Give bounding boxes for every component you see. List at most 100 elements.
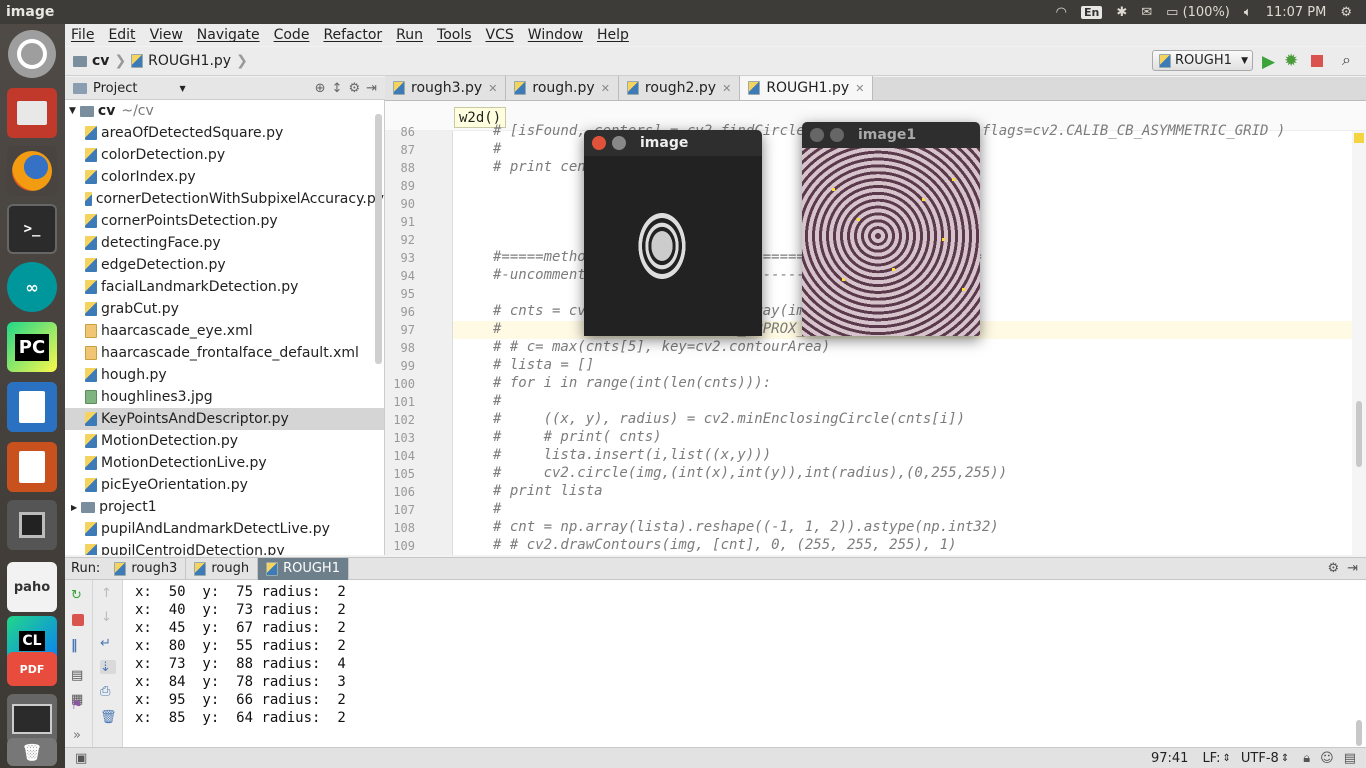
trash-icon[interactable]: 🗑︎ xyxy=(7,738,57,766)
event-log-icon[interactable]: ▤ xyxy=(1344,751,1356,766)
tree-item[interactable]: facialLandmarkDetection.py xyxy=(65,276,384,298)
menu-file[interactable]: File xyxy=(71,27,94,43)
tree-item[interactable]: haarcascade_frontalface_default.xml xyxy=(65,342,384,364)
scroll-thumb[interactable] xyxy=(1356,401,1362,467)
impress-icon[interactable] xyxy=(7,442,57,492)
chevron-down-icon[interactable]: ▼ xyxy=(179,84,185,93)
tree-item[interactable]: MotionDetectionLive.py xyxy=(65,452,384,474)
layout-icon[interactable]: ▤ xyxy=(71,668,87,683)
menu-view[interactable]: View xyxy=(150,27,183,43)
hide-panel-icon[interactable]: ⇥ xyxy=(366,81,377,96)
menu-edit[interactable]: Edit xyxy=(108,27,135,43)
arrow-down-icon[interactable]: ↓ xyxy=(101,610,117,625)
inspector-icon[interactable]: ☺ xyxy=(1320,751,1334,766)
tree-item[interactable]: haarcascade_eye.xml xyxy=(65,320,384,342)
run-console[interactable]: ↻ ‖ ▤ ▦ ⚑ » ↑ ↓ ↵ ⇣ ⎙ 🗑︎ x: 50 y: 75 rad… xyxy=(65,580,1366,747)
project-panel-title[interactable]: Project xyxy=(93,81,137,96)
tree-item[interactable]: pupilAndLandmarkDetectLive.py xyxy=(65,518,384,540)
tree-item[interactable]: pupilCentroidDetection.py xyxy=(65,540,384,555)
close-icon[interactable] xyxy=(810,128,824,142)
tree-item[interactable]: colorDetection.py xyxy=(65,144,384,166)
pdf-icon[interactable]: PDF xyxy=(7,652,57,686)
soft-wrap-icon[interactable]: ↵ xyxy=(100,636,116,651)
pin-icon[interactable]: ⚑ xyxy=(71,698,87,713)
tree-item[interactable]: grabCut.py xyxy=(65,298,384,320)
run-tab-rough1[interactable]: ROUGH1 xyxy=(258,557,349,580)
code-line[interactable]: # # print( cnts) xyxy=(493,429,662,445)
menu-navigate[interactable]: Navigate xyxy=(197,27,260,43)
keyboard-layout[interactable]: En xyxy=(1080,5,1103,19)
menu-refactor[interactable]: Refactor xyxy=(323,27,382,43)
arrow-up-icon[interactable]: ↑ xyxy=(101,586,117,601)
print-icon[interactable]: ⎙ xyxy=(100,684,116,699)
code-line[interactable]: # lista.insert(i,list((x,y))) xyxy=(493,447,771,463)
code-line[interactable]: # # cv2.drawContours(img, [cnt], 0, (255… xyxy=(493,537,957,553)
volume-icon[interactable]: 🔈︎ xyxy=(1244,5,1252,20)
firefox-icon[interactable] xyxy=(7,146,57,196)
code-line[interactable]: # lista = [] xyxy=(493,357,594,373)
mail-icon[interactable]: ✉ xyxy=(1141,5,1152,20)
run-config-dropdown[interactable]: ROUGH1 ▼ xyxy=(1152,50,1253,71)
tree-scrollbar[interactable] xyxy=(375,114,382,364)
wifi-icon[interactable]: ◠ xyxy=(1056,5,1067,20)
menu-help[interactable]: Help xyxy=(597,27,629,43)
warning-marker-icon[interactable] xyxy=(1354,133,1364,143)
search-icon[interactable]: ⌕ xyxy=(1342,50,1351,70)
collapse-icon[interactable]: ↕ xyxy=(332,81,343,96)
code-line[interactable]: # print lista xyxy=(493,483,603,499)
breadcrumb-project[interactable]: cv xyxy=(92,53,109,69)
image1-window[interactable]: image1 xyxy=(802,122,980,336)
tree-item[interactable]: cornerPointsDetection.py xyxy=(65,210,384,232)
tree-item[interactable]: hough.py xyxy=(65,364,384,386)
lock-icon[interactable]: 🔒︎ xyxy=(1303,751,1310,766)
tree-item[interactable]: detectingFace.py xyxy=(65,232,384,254)
gear-icon[interactable]: ⚙ xyxy=(348,81,360,96)
code-line[interactable]: # xyxy=(493,141,501,157)
pycharm-icon[interactable]: PC xyxy=(7,322,57,372)
tree-item[interactable]: edgeDetection.py xyxy=(65,254,384,276)
close-icon[interactable]: ✕ xyxy=(601,82,610,95)
target-icon[interactable]: ⊕ xyxy=(315,81,326,96)
code-line[interactable]: # ((x, y), radius) = cv2.minEnclosingCir… xyxy=(493,411,965,427)
code-line[interactable]: # xyxy=(493,501,501,517)
tree-item[interactable]: cornerDetectionWithSubpixelAccuracy.py xyxy=(65,188,384,210)
menu-window[interactable]: Window xyxy=(528,27,583,43)
debug-button-icon[interactable]: ✹ xyxy=(1284,51,1298,71)
writer-icon[interactable] xyxy=(7,382,57,432)
tree-item[interactable]: colorIndex.py xyxy=(65,166,384,188)
code-line[interactable]: # # c= max(cnts[5], key=cv2.contourArea) xyxy=(493,339,830,355)
more-icon[interactable]: » xyxy=(73,728,89,743)
close-icon[interactable] xyxy=(592,136,606,150)
hide-panel-icon[interactable]: ⇥ xyxy=(1347,561,1358,576)
tool-window-icon[interactable]: ▣ xyxy=(75,751,87,766)
pause-icon[interactable]: ‖ xyxy=(71,638,87,653)
close-icon[interactable]: ✕ xyxy=(488,82,497,95)
menu-run[interactable]: Run xyxy=(396,27,423,43)
tree-item[interactable]: picEyeOrientation.py xyxy=(65,474,384,496)
stop-icon[interactable] xyxy=(72,614,84,626)
tab-rough2[interactable]: rough2.py ✕ xyxy=(618,76,741,100)
monitor-icon[interactable] xyxy=(7,694,57,744)
run-tab-rough[interactable]: rough xyxy=(186,557,259,580)
chevron-right-icon[interactable]: ▶ xyxy=(71,503,77,512)
bluetooth-icon[interactable]: ✱ xyxy=(1116,5,1127,20)
tree-item[interactable]: KeyPointsAndDescriptor.py xyxy=(65,408,384,430)
terminal-icon[interactable]: >_ xyxy=(7,204,57,254)
close-icon[interactable]: ✕ xyxy=(722,82,731,95)
file-encoding[interactable]: UTF-8 xyxy=(1241,751,1279,766)
tab-rough3[interactable]: rough3.py ✕ xyxy=(385,76,507,100)
run-tab-rough3[interactable]: rough3 xyxy=(106,557,187,580)
code-line[interactable]: # for i in range(int(len(cnts))): xyxy=(493,375,771,391)
line-separator[interactable]: LF: xyxy=(1202,751,1220,766)
scroll-to-end-icon[interactable]: ⇣ xyxy=(100,660,116,675)
caret-position[interactable]: 97:41 xyxy=(1151,751,1188,766)
paho-icon[interactable]: paho xyxy=(7,562,57,612)
minimize-icon[interactable] xyxy=(830,128,844,142)
tree-item[interactable]: MotionDetection.py xyxy=(65,430,384,452)
menu-vcs[interactable]: VCS xyxy=(486,27,514,43)
code-line[interactable]: # cv2.circle(img,(int(x),int(y)),int(rad… xyxy=(493,465,1007,481)
trash-icon[interactable]: 🗑︎ xyxy=(100,710,117,725)
clock[interactable]: 11:07 PM xyxy=(1266,5,1327,20)
tree-item[interactable]: houghlines3.jpg xyxy=(65,386,384,408)
gear-icon[interactable]: ⚙ xyxy=(1327,561,1339,576)
